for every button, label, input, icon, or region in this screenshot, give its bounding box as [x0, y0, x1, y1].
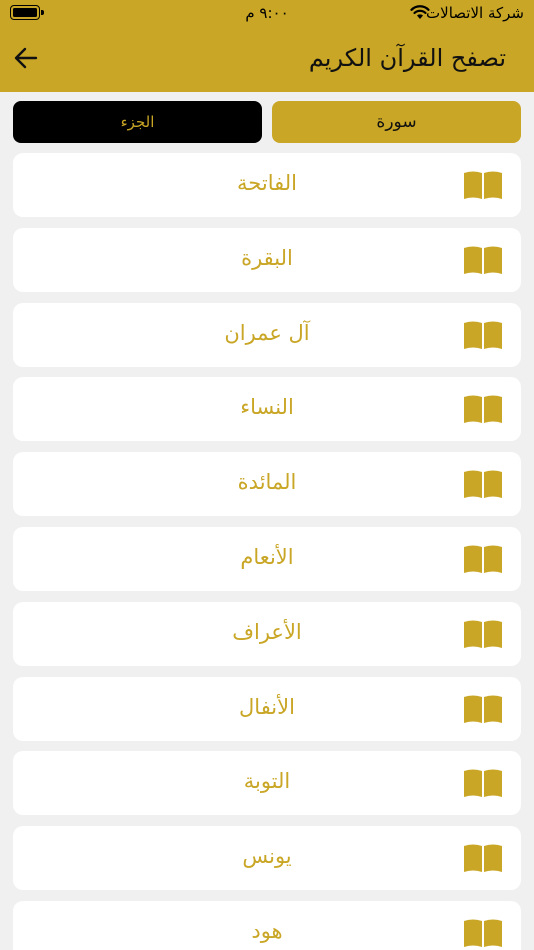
surah-name: الأنفال	[239, 694, 295, 719]
list-item[interactable]: التوبة	[13, 751, 521, 816]
status-bar: ٩:٠٠ م شركة الاتصالات	[0, 0, 534, 28]
list-item[interactable]: البقرة	[13, 227, 521, 292]
carrier-name: شركة الاتصالات	[426, 4, 524, 22]
list-item[interactable]: الأنعام	[13, 527, 521, 591]
surah-name: يونس	[242, 844, 292, 869]
tab-surah[interactable]: سورة	[272, 101, 521, 143]
page-title: تصفح القرآن الكريم	[308, 44, 506, 72]
surah-name: آل عمران	[224, 320, 310, 345]
list-item[interactable]: المائدة	[13, 452, 521, 517]
surah-name: هود	[251, 919, 283, 943]
surah-list[interactable]: الفاتحة البقرة آل عمران النساء المائدة الأنعا…	[0, 153, 534, 950]
list-item[interactable]: الأنفال	[13, 676, 521, 741]
tab-juz-label: الجزء	[120, 113, 155, 131]
surah-name: التوبة	[243, 769, 291, 794]
list-item[interactable]: آل عمران	[13, 302, 521, 367]
tab-surah-label: سورة	[376, 112, 417, 132]
surah-name: الفاتحة	[237, 171, 297, 195]
surah-name: الأعراف	[232, 619, 302, 644]
list-item[interactable]: يونس	[13, 826, 521, 891]
back-arrow-icon[interactable]	[12, 44, 40, 72]
list-item[interactable]: الأعراف	[13, 601, 521, 666]
surah-name: النساء	[240, 395, 294, 420]
tab-juz[interactable]: الجزء	[13, 101, 262, 143]
surah-name: المائدة	[237, 470, 297, 495]
app-header: ٩:٠٠ م شركة الاتصالات تصفح القرآن الكريم	[0, 0, 534, 92]
list-item[interactable]: النساء	[13, 377, 521, 442]
surah-name: الأنعام	[240, 545, 294, 569]
surah-name: البقرة	[241, 245, 293, 270]
list-item[interactable]: هود	[13, 901, 521, 950]
list-item[interactable]: الفاتحة	[13, 153, 521, 217]
